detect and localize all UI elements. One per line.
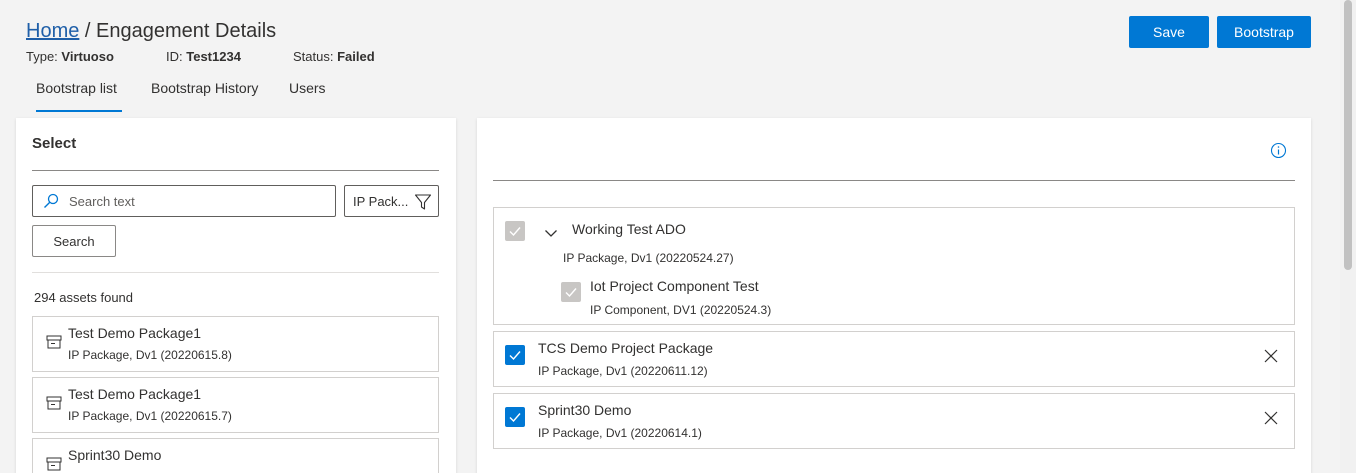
page-title: Engagement Details — [96, 20, 277, 42]
asset-title: Sprint30 Demo — [538, 402, 632, 418]
chevron-down-icon[interactable] — [544, 226, 558, 240]
divider — [32, 272, 439, 273]
id-value: Test1234 — [186, 49, 241, 64]
package-icon — [46, 457, 62, 471]
asset-subtitle: IP Package, Dv1 (20220614.1) — [538, 426, 702, 440]
divider — [32, 170, 439, 171]
search-input[interactable] — [69, 186, 331, 216]
asset-title: Working Test ADO — [572, 221, 686, 237]
page-header: Home / Engagement Details Type: Virtuoso… — [0, 0, 1340, 118]
search-field[interactable] — [32, 185, 336, 217]
close-icon[interactable] — [1264, 411, 1278, 425]
asset-title: TCS Demo Project Package — [538, 340, 714, 356]
breadcrumb-separator: / — [79, 20, 97, 42]
type-filter-dropdown[interactable]: IP Pack... — [344, 185, 439, 217]
asset-subtitle: IP Package, Dv1 (20220615.7) — [68, 409, 232, 423]
package-icon — [46, 396, 62, 410]
asset-subtitle: IP Package, Dv1 (20220615.8) — [68, 348, 232, 362]
checkmark-icon — [509, 413, 521, 423]
asset-select-panel: Select IP Pack... Search 294 assets foun… — [16, 118, 456, 473]
asset-card[interactable]: Test Demo Package1 IP Package, Dv1 (2022… — [32, 316, 439, 372]
id-label: ID: — [166, 49, 187, 64]
scrollbar-thumb[interactable] — [1344, 0, 1352, 270]
asset-title: Test Demo Package1 — [68, 386, 202, 402]
status-info: Status: Failed — [293, 49, 375, 64]
asset-checkbox[interactable] — [505, 407, 525, 427]
bootstrap-button[interactable]: Bootstrap — [1217, 16, 1311, 48]
type-info: Type: Virtuoso — [26, 49, 114, 64]
child-asset-subtitle: IP Component, DV1 (20220524.3) — [590, 303, 772, 317]
child-asset-checkbox[interactable] — [561, 282, 581, 302]
asset-title: Test Demo Package1 — [68, 325, 202, 341]
filter-icon — [414, 194, 432, 210]
status-value: Failed — [337, 49, 375, 64]
id-info: ID: Test1234 — [166, 49, 241, 64]
tab-bootstrap-history[interactable]: Bootstrap History — [151, 80, 258, 112]
type-value: Virtuoso — [61, 49, 114, 64]
search-icon — [44, 193, 59, 208]
close-icon[interactable] — [1264, 349, 1278, 363]
breadcrumb-home-link[interactable]: Home — [26, 20, 79, 42]
page-scrollbar[interactable] — [1340, 0, 1356, 473]
asset-card[interactable]: Test Demo Package1 IP Package, Dv1 (2022… — [32, 377, 439, 433]
checkmark-icon — [509, 227, 521, 237]
breadcrumb: Home / Engagement Details — [26, 20, 276, 43]
info-icon[interactable] — [1270, 142, 1287, 159]
child-asset-title: Iot Project Component Test — [590, 278, 759, 294]
search-button[interactable]: Search — [32, 225, 116, 257]
save-button[interactable]: Save — [1129, 16, 1209, 48]
checkmark-icon — [509, 351, 521, 361]
panel-title: Select — [32, 135, 77, 152]
asset-title: Sprint30 Demo — [68, 447, 162, 463]
tab-bootstrap-list[interactable]: Bootstrap list — [36, 80, 122, 112]
status-label: Status: — [293, 49, 338, 64]
asset-subtitle: IP Package, Dv1 (20220524.27) — [563, 251, 734, 265]
selected-asset-card: Sprint30 Demo IP Package, Dv1 (20220614.… — [493, 393, 1295, 449]
checkmark-icon — [565, 288, 577, 298]
selected-asset-card: Working Test ADO IP Package, Dv1 (202205… — [493, 207, 1295, 325]
tab-users[interactable]: Users — [289, 80, 326, 112]
package-icon — [46, 335, 62, 349]
selected-asset-card: TCS Demo Project Package IP Package, Dv1… — [493, 331, 1295, 387]
divider — [493, 180, 1295, 181]
asset-card[interactable]: Sprint30 Demo — [32, 438, 439, 473]
asset-subtitle: IP Package, Dv1 (20220611.12) — [538, 364, 708, 378]
selected-assets-panel: Working Test ADO IP Package, Dv1 (202205… — [477, 118, 1311, 473]
results-count: 294 assets found — [34, 290, 134, 305]
asset-checkbox[interactable] — [505, 345, 525, 365]
filter-value: IP Pack... — [353, 194, 409, 209]
type-label: Type: — [26, 49, 62, 64]
asset-checkbox[interactable] — [505, 221, 525, 241]
